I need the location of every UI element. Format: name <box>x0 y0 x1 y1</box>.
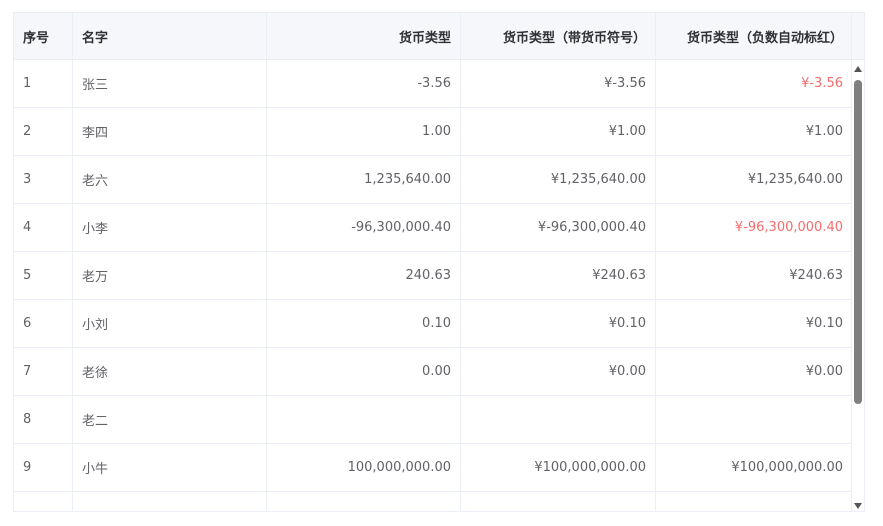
table-row[interactable]: 8 老二 <box>14 396 852 444</box>
row-currency-cell <box>267 396 461 443</box>
header-currency-symbol[interactable]: 货币类型（带货币符号） <box>461 13 656 59</box>
table-row[interactable]: 7 老徐 0.00 ¥0.00 ¥0.00 <box>14 348 852 396</box>
scrollbar-thumb[interactable] <box>854 80 862 404</box>
table-row[interactable]: 2 李四 1.00 ¥1.00 ¥1.00 <box>14 108 852 156</box>
row-index-cell: 9 <box>14 444 73 491</box>
row-currency-symbol-cell: ¥1.00 <box>461 108 656 155</box>
row-currency-cell: 0.00 <box>267 348 461 395</box>
row-currency-symbol-cell: ¥1,235,640.00 <box>461 156 656 203</box>
row-index-cell: 2 <box>14 108 73 155</box>
row-index-cell: 1 <box>14 60 73 107</box>
row-currency-red-cell: ¥100,000,000.00 <box>731 460 843 475</box>
row-currency-cell: -3.56 <box>267 60 461 107</box>
header-name[interactable]: 名字 <box>73 13 267 59</box>
row-name-cell: 老万 <box>73 252 267 299</box>
row-name-cell: 老六 <box>73 156 267 203</box>
scroll-down-arrow-icon[interactable] <box>854 503 862 509</box>
row-name-cell: 老二 <box>73 396 267 443</box>
scroll-up-arrow-icon[interactable] <box>854 66 862 72</box>
header-currency[interactable]: 货币类型 <box>267 13 461 59</box>
row-index-cell: 8 <box>14 396 73 443</box>
row-currency-cell: 100,000,000.00 <box>267 444 461 491</box>
header-currency-negative-red[interactable]: 货币类型（负数自动标红） <box>656 13 852 59</box>
row-currency-red-cell <box>656 396 852 443</box>
row-currency-red-cell: ¥-96,300,000.40 <box>734 220 843 235</box>
row-name-cell: 张三 <box>73 60 267 107</box>
row-currency-red-cell: ¥0.10 <box>805 316 843 331</box>
row-currency-symbol-cell: ¥0.10 <box>461 300 656 347</box>
row-currency-red-cell: ¥1,235,640.00 <box>747 172 843 187</box>
data-table: 序号 名字 货币类型 货币类型（带货币符号） 货币类型（负数自动标红） 1 张三 -… <box>13 12 865 512</box>
row-currency-cell: 1.00 <box>267 108 461 155</box>
row-name-cell: 老徐 <box>73 348 267 395</box>
row-currency-red-cell: ¥-3.56 <box>801 76 843 91</box>
row-name-cell: 李四 <box>73 108 267 155</box>
table-row[interactable]: 9 小牛 100,000,000.00 ¥100,000,000.00 ¥100,000… <box>14 444 852 492</box>
table-row[interactable]: 3 老六 1,235,640.00 ¥1,235,640.00 ¥1,235,640.0… <box>14 156 852 204</box>
table-row[interactable]: 4 小李 -96,300,000.40 ¥-96,300,000.40 ¥-96,300… <box>14 204 852 252</box>
row-currency-cell <box>267 492 461 511</box>
row-currency-cell: -96,300,000.40 <box>267 204 461 251</box>
row-index-cell: 6 <box>14 300 73 347</box>
vertical-scrollbar[interactable] <box>851 60 864 511</box>
row-index-cell: 3 <box>14 156 73 203</box>
row-currency-cell: 1,235,640.00 <box>267 156 461 203</box>
row-index-cell: 4 <box>14 204 73 251</box>
row-index-cell <box>14 492 73 511</box>
row-currency-red-cell <box>656 492 852 511</box>
row-currency-red-cell: ¥240.63 <box>789 268 843 283</box>
row-name-cell: 小牛 <box>73 444 267 491</box>
row-currency-symbol-cell: ¥0.00 <box>461 348 656 395</box>
table-row[interactable]: 5 老万 240.63 ¥240.63 ¥240.63 <box>14 252 852 300</box>
row-currency-red-cell: ¥1.00 <box>805 124 843 139</box>
header-gutter <box>851 13 864 60</box>
row-currency-symbol-cell: ¥100,000,000.00 <box>461 444 656 491</box>
table-row[interactable] <box>14 492 852 511</box>
row-name-cell <box>73 492 267 511</box>
row-currency-symbol-cell: ¥-96,300,000.40 <box>461 204 656 251</box>
row-currency-cell: 240.63 <box>267 252 461 299</box>
table-header: 序号 名字 货币类型 货币类型（带货币符号） 货币类型（负数自动标红） <box>14 13 852 60</box>
row-currency-symbol-cell: ¥-3.56 <box>461 60 656 107</box>
row-currency-symbol-cell <box>461 396 656 443</box>
row-index-cell: 7 <box>14 348 73 395</box>
row-name-cell: 小刘 <box>73 300 267 347</box>
row-currency-cell: 0.10 <box>267 300 461 347</box>
row-name-cell: 小李 <box>73 204 267 251</box>
row-currency-symbol-cell <box>461 492 656 511</box>
row-currency-symbol-cell: ¥240.63 <box>461 252 656 299</box>
table-row[interactable]: 6 小刘 0.10 ¥0.10 ¥0.10 <box>14 300 852 348</box>
row-currency-red-cell: ¥0.00 <box>805 364 843 379</box>
row-index-cell: 5 <box>14 252 73 299</box>
header-index[interactable]: 序号 <box>14 13 73 59</box>
table-row[interactable]: 1 张三 -3.56 ¥-3.56 ¥-3.56 <box>14 60 852 108</box>
